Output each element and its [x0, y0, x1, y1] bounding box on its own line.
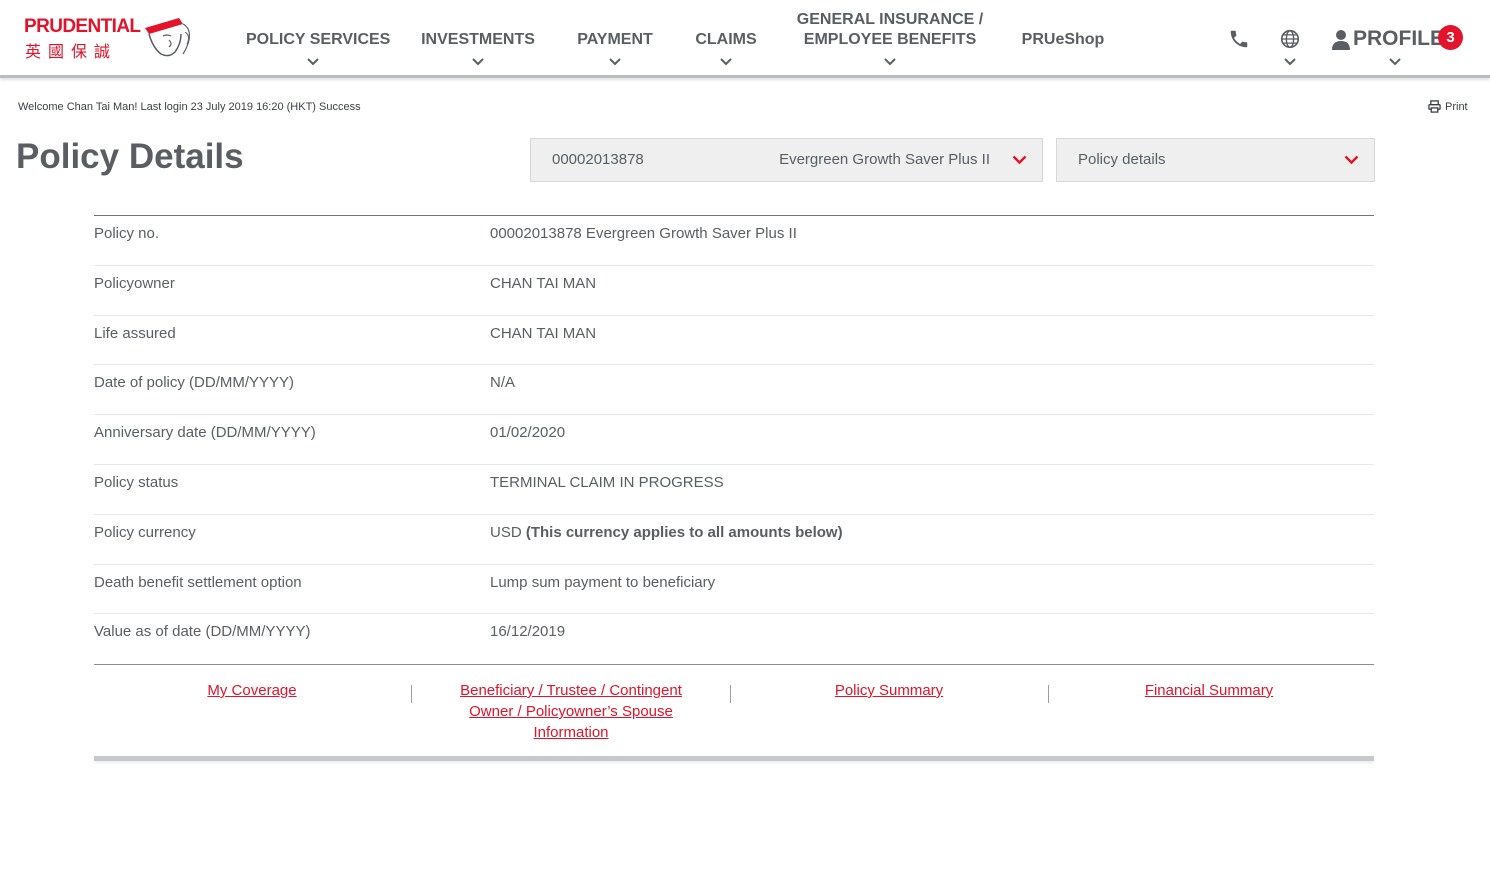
table-row: Policy status TERMINAL CLAIM IN PROGRESS	[94, 465, 1374, 515]
row-value: N/A	[490, 374, 516, 392]
nav-general-insurance[interactable]: GENERAL INSURANCE / EMPLOYEE BENEFITS	[795, 0, 985, 75]
nav-investments[interactable]: INVESTMENTS	[421, 0, 535, 75]
printer-icon	[1428, 100, 1441, 113]
policy-details-table: Policy no. 00002013878 Evergreen Growth …	[94, 215, 1374, 666]
nav-policy-services[interactable]: POLICY SERVICES	[246, 0, 391, 75]
policy-select-name: Evergreen Growth Saver Plus II	[779, 151, 990, 168]
row-label: Policy status	[94, 473, 179, 491]
row-label: Policyowner	[94, 274, 175, 292]
section-bottom-bar	[94, 756, 1374, 761]
nav-prueshop-label: PRUeShop	[1021, 31, 1105, 48]
row-value: 01/02/2020	[490, 424, 566, 442]
beneficiary-link-line1: Beneficiary / Trustee / Contingent	[460, 682, 682, 699]
nav-general-line2: EMPLOYEE BENEFITS	[803, 31, 977, 48]
currency-note: (This currency applies to all amounts be…	[525, 523, 843, 541]
print-button[interactable]: Print	[1428, 100, 1468, 113]
notification-badge[interactable]: 3	[1438, 25, 1463, 50]
table-row: Death benefit settlement option Lump sum…	[94, 565, 1374, 615]
nav-prueshop[interactable]: PRUeShop	[1021, 0, 1105, 75]
table-row: Life assured CHAN TAI MAN	[94, 316, 1374, 366]
chevron-down-icon	[609, 58, 621, 66]
language-button[interactable]	[1279, 28, 1303, 72]
table-row: Anniversary date (DD/MM/YYYY) 01/02/2020	[94, 415, 1374, 465]
policy-summary-link[interactable]: Policy Summary	[731, 680, 1047, 701]
row-label: Policy currency	[94, 523, 196, 541]
chevron-down-icon	[307, 58, 319, 66]
beneficiary-info-link[interactable]: Beneficiary / Trustee / Contingent Owner…	[412, 680, 730, 743]
chevron-down-icon	[884, 58, 896, 66]
currency-value: USD	[490, 523, 522, 541]
row-value: 16/12/2019	[490, 623, 566, 641]
nav-investments-label: INVESTMENTS	[421, 31, 535, 48]
nav-claims-label: CLAIMS	[695, 31, 757, 48]
top-nav-bar: PRUDENTIAL 英國保誠 POLICY SERVICES INVESTME…	[0, 0, 1490, 78]
nav-general-line1: GENERAL INSURANCE /	[796, 11, 984, 28]
chevron-down-icon	[1344, 155, 1359, 165]
table-row: Value as of date (DD/MM/YYYY) 16/12/2019	[94, 614, 1374, 664]
chevron-down-icon	[720, 58, 732, 66]
print-label: Print	[1445, 100, 1468, 113]
logo-brand-text: PRUDENTIAL	[24, 16, 141, 37]
table-row: Policyowner CHAN TAI MAN	[94, 266, 1374, 316]
table-row: Policy currency USD (This currency appli…	[94, 515, 1374, 565]
financial-summary-link[interactable]: Financial Summary	[1049, 680, 1369, 701]
row-label: Policy no.	[94, 225, 160, 242]
row-label: Anniversary date (DD/MM/YYYY)	[94, 424, 316, 442]
nav-policy-services-label: POLICY SERVICES	[246, 31, 391, 48]
chevron-down-icon	[1284, 58, 1296, 66]
policy-select-number: 00002013878	[552, 151, 644, 168]
chevron-down-icon	[472, 58, 484, 66]
table-row: Policy no. 00002013878 Evergreen Growth …	[94, 216, 1374, 266]
phone-button[interactable]	[1228, 28, 1252, 52]
view-select-label: Policy details	[1078, 151, 1166, 168]
globe-icon	[1280, 29, 1300, 49]
row-value-group: USD (This currency applies to all amount…	[490, 524, 843, 541]
nav-claims[interactable]: CLAIMS	[695, 0, 757, 75]
row-value: 00002013878 Evergreen Growth Saver Plus …	[490, 225, 797, 242]
view-select[interactable]: Policy details	[1056, 138, 1375, 182]
table-row: Date of policy (DD/MM/YYYY) N/A	[94, 365, 1374, 416]
row-value: CHAN TAI MAN	[490, 274, 597, 292]
prudence-head-icon	[145, 18, 190, 57]
row-value: CHAN TAI MAN	[490, 324, 597, 342]
policy-select[interactable]: 00002013878 Evergreen Growth Saver Plus …	[530, 138, 1043, 182]
user-icon	[1332, 30, 1350, 50]
nav-payment-label: PAYMENT	[577, 31, 653, 48]
row-label: Date of policy (DD/MM/YYYY)	[94, 374, 295, 392]
my-coverage-link[interactable]: My Coverage	[94, 680, 410, 701]
row-label: Life assured	[94, 324, 176, 342]
row-label: Value as of date (DD/MM/YYYY)	[94, 623, 311, 641]
row-label: Death benefit settlement option	[94, 573, 302, 591]
related-links: My Coverage Beneficiary / Trustee / Cont…	[94, 680, 1374, 760]
logo-chinese-text: 英國保誠	[25, 42, 118, 61]
beneficiary-link-line2: Owner / Policyowner’s Spouse	[469, 703, 673, 720]
chevron-down-icon	[1012, 155, 1027, 165]
prudential-logo[interactable]: PRUDENTIAL 英國保誠	[24, 16, 192, 62]
row-value: TERMINAL CLAIM IN PROGRESS	[490, 473, 724, 491]
welcome-message: Welcome Chan Tai Man! Last login 23 July…	[18, 101, 361, 113]
row-value: Lump sum payment to beneficiary	[490, 573, 716, 591]
profile-label: PROFILE	[1353, 27, 1445, 50]
page-title: Policy Details	[16, 137, 244, 176]
phone-icon	[1230, 30, 1248, 48]
nav-payment[interactable]: PAYMENT	[576, 0, 654, 75]
beneficiary-link-line3: Information	[533, 724, 609, 741]
chevron-down-icon	[1389, 58, 1401, 66]
